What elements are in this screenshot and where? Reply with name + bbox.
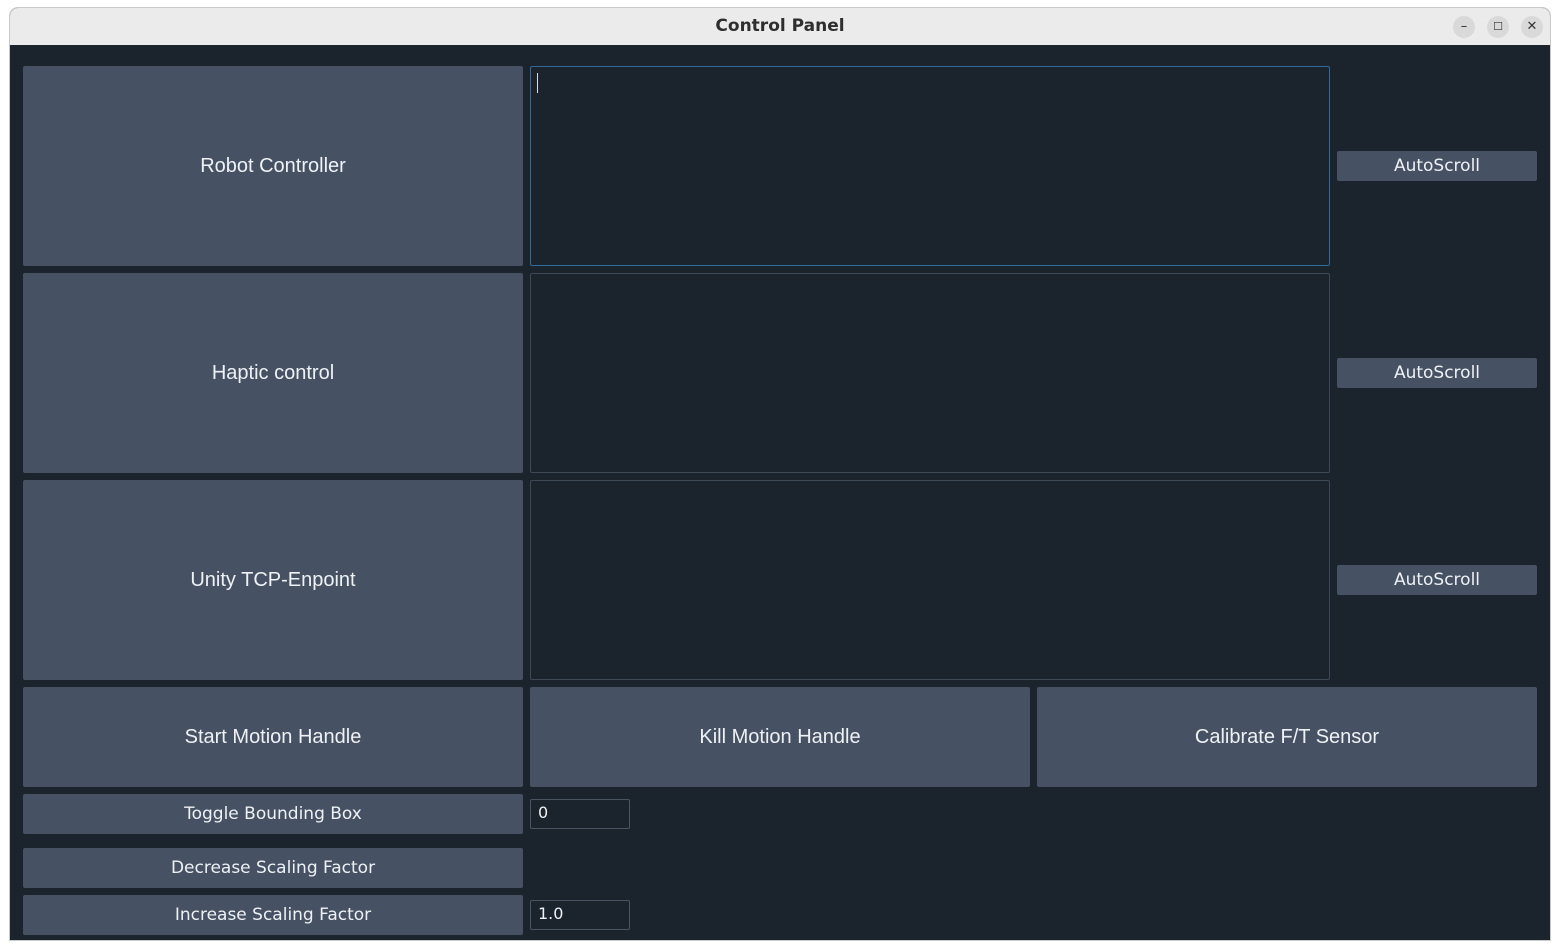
maximize-icon[interactable]: ☐ bbox=[1487, 16, 1509, 38]
title-bar[interactable]: Control Panel – ☐ ✕ bbox=[10, 8, 1550, 46]
main-content: Robot Controller AutoScroll Haptic contr… bbox=[10, 45, 1550, 940]
unity-tcp-endpoint-log[interactable] bbox=[530, 480, 1330, 680]
haptic-control-autoscroll-button[interactable]: AutoScroll bbox=[1337, 358, 1537, 388]
unity-tcp-endpoint-button[interactable]: Unity TCP-Enpoint bbox=[23, 480, 523, 680]
robot-controller-autoscroll-button[interactable]: AutoScroll bbox=[1337, 151, 1537, 181]
robot-controller-log[interactable] bbox=[530, 66, 1330, 266]
unity-tcp-endpoint-autoscroll-button[interactable]: AutoScroll bbox=[1337, 565, 1537, 595]
decrease-scaling-factor-button[interactable]: Decrease Scaling Factor bbox=[23, 848, 523, 888]
start-motion-handle-button[interactable]: Start Motion Handle bbox=[23, 687, 523, 787]
haptic-control-log[interactable] bbox=[530, 273, 1330, 473]
text-caret bbox=[537, 73, 538, 93]
window-title: Control Panel bbox=[715, 16, 845, 36]
toggle-bounding-box-button[interactable]: Toggle Bounding Box bbox=[23, 794, 523, 834]
bounding-box-value-field[interactable]: 0 bbox=[530, 799, 630, 829]
increase-scaling-factor-button[interactable]: Increase Scaling Factor bbox=[23, 895, 523, 935]
kill-motion-handle-button[interactable]: Kill Motion Handle bbox=[530, 687, 1030, 787]
robot-controller-button[interactable]: Robot Controller bbox=[23, 66, 523, 266]
minimize-icon[interactable]: – bbox=[1453, 16, 1475, 38]
control-panel-window: Control Panel – ☐ ✕ Robot Controller Aut… bbox=[10, 8, 1550, 940]
calibrate-ft-sensor-button[interactable]: Calibrate F/T Sensor bbox=[1037, 687, 1537, 787]
haptic-control-button[interactable]: Haptic control bbox=[23, 273, 523, 473]
scaling-factor-value-field[interactable]: 1.0 bbox=[530, 900, 630, 930]
close-icon[interactable]: ✕ bbox=[1521, 16, 1543, 38]
